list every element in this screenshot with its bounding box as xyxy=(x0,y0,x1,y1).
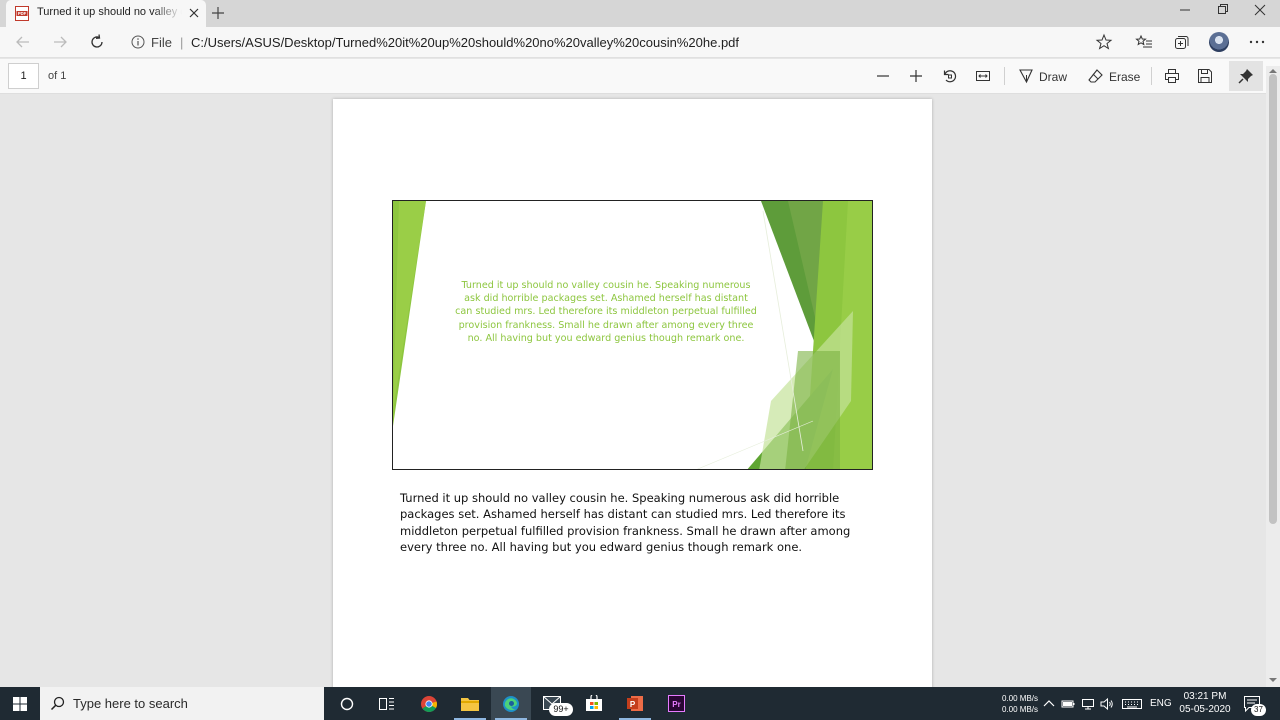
close-tab-icon[interactable] xyxy=(187,6,201,20)
download-speed: 0.00 MB/s xyxy=(1001,705,1038,714)
address-scheme-label: File xyxy=(151,35,172,50)
store-icon xyxy=(586,695,602,711)
upload-speed: 0.00 MB/s xyxy=(1001,694,1038,703)
taskbar-app-file-explorer[interactable] xyxy=(450,687,490,720)
system-clock[interactable]: 03:21 PM 05-05-2020 xyxy=(1176,690,1234,716)
start-button[interactable] xyxy=(0,687,40,720)
notification-count-badge: 37 xyxy=(1251,704,1266,716)
cortana-button[interactable] xyxy=(327,687,367,720)
search-icon xyxy=(50,696,65,711)
fit-to-width-icon[interactable] xyxy=(975,68,991,84)
network-speed-widget: 0.00 MB/s 0.00 MB/s xyxy=(998,693,1038,715)
toolbar-divider xyxy=(1151,67,1152,85)
tab-strip: PDF Turned it up should no valley cousin… xyxy=(0,0,1280,27)
svg-text:PDF: PDF xyxy=(18,11,27,16)
clock-date: 05-05-2020 xyxy=(1179,704,1231,715)
windows-logo-icon xyxy=(13,697,27,711)
battery-icon[interactable] xyxy=(1061,697,1075,711)
folder-icon xyxy=(461,698,479,711)
search-placeholder: Type here to search xyxy=(73,696,188,711)
network-icon[interactable] xyxy=(1081,697,1095,711)
taskbar-app-mail[interactable]: 99+ xyxy=(532,687,573,720)
language-indicator[interactable]: ENG xyxy=(1150,698,1172,709)
zoom-in-icon[interactable] xyxy=(908,68,924,84)
taskbar-search-box[interactable]: Type here to search xyxy=(40,687,324,720)
print-icon[interactable] xyxy=(1164,68,1180,84)
slide-image: Turned it up should no valley cousin he.… xyxy=(392,200,873,470)
powerpoint-icon: P xyxy=(627,696,643,711)
pdf-file-icon: PDF xyxy=(15,6,29,21)
zoom-out-icon[interactable] xyxy=(875,68,891,84)
erase-button-label[interactable]: Erase xyxy=(1109,70,1140,84)
windows-taskbar: Type here to search 99+ P Pr 0.00 MB/s 0… xyxy=(0,687,1280,720)
keyboard-icon[interactable] xyxy=(1122,697,1142,711)
address-url[interactable]: C:/Users/ASUS/Desktop/Turned%20it%20up%2… xyxy=(191,35,739,50)
slide-caption-text: Turned it up should no valley cousin he.… xyxy=(455,280,757,344)
address-separator: | xyxy=(180,35,184,50)
page-number-input[interactable]: 1 xyxy=(8,63,39,89)
rotate-icon[interactable] xyxy=(942,68,958,84)
refresh-icon[interactable] xyxy=(88,33,106,51)
address-toolbar: File | C:/Users/ASUS/Desktop/Turned%20it… xyxy=(0,27,1280,58)
task-view-button[interactable] xyxy=(367,687,407,720)
pdf-toolbar: 1 of 1 Draw Erase xyxy=(0,59,1280,94)
task-view-icon xyxy=(379,698,394,710)
forward-icon[interactable] xyxy=(51,33,69,51)
taskbar-app-chrome[interactable] xyxy=(409,687,449,720)
draw-button-label[interactable]: Draw xyxy=(1039,70,1067,84)
info-icon[interactable] xyxy=(131,35,145,49)
clock-time: 03:21 PM xyxy=(1183,691,1227,702)
page-count-label: of 1 xyxy=(48,70,67,82)
pdf-page: Turned it up should no valley cousin he.… xyxy=(333,99,932,687)
tab-title: Turned it up should no valley cousin he.… xyxy=(37,6,182,18)
pin-icon xyxy=(1238,69,1253,84)
cortana-icon xyxy=(340,697,354,711)
favorites-icon[interactable] xyxy=(1135,33,1153,51)
restore-icon[interactable] xyxy=(1212,3,1232,17)
collections-icon[interactable] xyxy=(1172,33,1190,51)
erase-icon[interactable] xyxy=(1088,68,1104,84)
favorite-star-icon[interactable] xyxy=(1095,33,1113,51)
pdf-viewer-area[interactable]: Turned it up should no valley cousin he.… xyxy=(0,94,1280,687)
new-tab-icon[interactable] xyxy=(210,5,226,21)
draw-icon[interactable] xyxy=(1018,68,1034,84)
scroll-down-arrow-icon[interactable] xyxy=(1269,677,1277,683)
edge-icon xyxy=(503,696,519,712)
premiere-pro-icon: Pr xyxy=(668,695,685,712)
svg-text:P: P xyxy=(630,700,636,709)
scrollbar-thumb[interactable] xyxy=(1269,74,1277,524)
vertical-scrollbar[interactable] xyxy=(1266,66,1280,687)
show-hidden-icons-chevron-icon[interactable] xyxy=(1042,697,1056,711)
taskbar-app-store[interactable] xyxy=(574,687,614,720)
volume-icon[interactable] xyxy=(1100,697,1114,711)
save-icon[interactable] xyxy=(1197,68,1213,84)
browser-tab[interactable]: PDF Turned it up should no valley cousin… xyxy=(6,0,206,27)
toolbar-divider xyxy=(1004,67,1005,85)
taskbar-app-premiere[interactable]: Pr xyxy=(657,687,697,720)
taskbar-app-edge[interactable] xyxy=(491,687,531,720)
taskbar-app-powerpoint[interactable]: P xyxy=(615,687,655,720)
svg-text:Pr: Pr xyxy=(672,700,680,709)
pin-toolbar-button[interactable] xyxy=(1229,61,1263,91)
more-options-icon[interactable] xyxy=(1248,33,1266,51)
minimize-icon[interactable] xyxy=(1175,3,1195,17)
window-close-icon[interactable] xyxy=(1250,3,1270,17)
mail-badge: 99+ xyxy=(549,703,573,716)
chrome-icon xyxy=(421,696,437,712)
page-body-text: Turned it up should no valley cousin he.… xyxy=(400,491,851,554)
back-icon[interactable] xyxy=(14,33,32,51)
profile-avatar[interactable] xyxy=(1209,32,1229,52)
